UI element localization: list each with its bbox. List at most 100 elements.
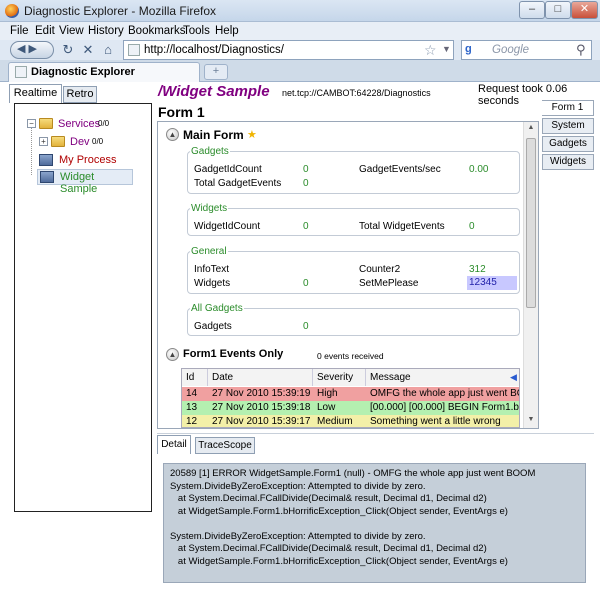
tree-node-my-process[interactable]: My Process <box>39 152 149 168</box>
menu-help[interactable]: Help <box>215 25 239 37</box>
column-header-date[interactable]: Date <box>208 369 313 386</box>
folder-icon <box>39 118 53 129</box>
address-bar[interactable]: http://localhost/Diagnostics/ ☆ ▼ <box>123 40 454 60</box>
detail-text: 20589 [1] ERROR WidgetSample.Form1 (null… <box>163 463 586 583</box>
cell-date: 27 Nov 2010 15:39:19 <box>212 388 311 399</box>
page-content: Realtime Retro − Services 0/0 + Dev 0/0 … <box>0 82 600 598</box>
form-scrollbar[interactable]: ▲ ▼ <box>523 122 538 428</box>
cell-date: 27 Nov 2010 15:39:18 <box>212 402 311 413</box>
tab-realtime[interactable]: Realtime <box>9 84 62 103</box>
field-label: GadgetEvents/sec <box>359 164 441 175</box>
dropdown-arrow-icon[interactable]: ▼ <box>442 44 451 54</box>
field-label: GadgetIdCount <box>194 164 262 175</box>
table-row[interactable]: 12 27 Nov 2010 15:39:17 Medium Something… <box>182 415 519 427</box>
scroll-up-icon[interactable]: ▲ <box>526 124 536 134</box>
tree-label: Dev <box>70 136 90 148</box>
tree-node-widget-sample[interactable]: Widget Sample <box>37 169 133 195</box>
navigation-bar: ◀ ▶ ↻ ✕ ⌂ http://localhost/Diagnostics/ … <box>0 40 600 60</box>
field-label: Counter2 <box>359 264 401 275</box>
tab-tracescope[interactable]: TraceScope <box>195 437 255 454</box>
field-value: 0 <box>303 221 309 232</box>
search-placeholder[interactable]: Google <box>492 44 529 56</box>
tab-gadgets[interactable]: Gadgets <box>542 136 594 152</box>
field-value: 0 <box>469 221 475 232</box>
collapse-main-form-icon[interactable]: ▲ <box>166 128 179 141</box>
collapse-icon[interactable]: − <box>27 119 36 128</box>
detail-line: System.DivideByZeroException: Attempted … <box>170 480 426 492</box>
close-button[interactable]: ✕ <box>571 1 598 19</box>
bookmark-star-icon[interactable]: ☆ <box>424 42 437 59</box>
table-row[interactable]: 14 27 Nov 2010 15:39:19 High OMFG the wh… <box>182 387 519 401</box>
events-count: 0 events received <box>317 351 384 361</box>
tab-system[interactable]: System <box>542 118 594 134</box>
detail-line: at WidgetSample.Form1.bHorrificException… <box>170 505 508 517</box>
detail-line <box>170 518 579 531</box>
cell-message: OMFG the whole app just went BOOM <box>370 388 519 399</box>
form-title: Form 1 <box>158 104 205 120</box>
field-label: WidgetIdCount <box>194 221 261 232</box>
tree-node-services[interactable]: − Services 0/0 <box>27 116 147 132</box>
sort-arrow-icon[interactable]: ◀ <box>510 372 517 383</box>
tree-node-dev[interactable]: + Dev 0/0 <box>39 134 149 150</box>
maximize-button[interactable]: □ <box>545 1 571 19</box>
tab-widgets[interactable]: Widgets <box>542 154 594 170</box>
search-box[interactable]: g Google ⚲ <box>461 40 592 60</box>
menu-bookmarks[interactable]: Bookmarks <box>128 25 186 37</box>
field-value: 0 <box>303 321 309 332</box>
menu-history[interactable]: History <box>88 25 124 37</box>
column-header-severity[interactable]: Severity <box>313 369 366 386</box>
url-text[interactable]: http://localhost/Diagnostics/ <box>144 44 284 56</box>
search-icon[interactable]: ⚲ <box>576 42 586 58</box>
events-table: Id Date Severity Message ◀ 14 27 Nov 201… <box>181 368 520 428</box>
star-icon: ★ <box>247 129 257 141</box>
field-value: 0 <box>303 164 309 175</box>
process-icon <box>39 154 53 166</box>
tab-detail[interactable]: Detail <box>157 435 191 454</box>
tab-retro[interactable]: Retro <box>63 86 97 103</box>
window-title: Diagnostic Explorer - Mozilla Firefox <box>24 4 217 18</box>
table-row[interactable]: 13 27 Nov 2010 15:39:18 Low [00.000] [00… <box>182 401 519 415</box>
menu-tools[interactable]: Tools <box>183 25 210 37</box>
cell-message: [00.000] [00.000] BEGIN Form1.bHorrificE… <box>370 402 519 413</box>
minimize-button[interactable]: – <box>519 1 545 19</box>
menu-bar: File Edit View History Bookmarks Tools H… <box>0 22 600 40</box>
back-forward-button[interactable]: ◀ ▶ <box>10 41 54 59</box>
detail-line: at WidgetSample.Form1.bHorrificException… <box>170 555 508 567</box>
field-value: 0 <box>303 178 309 189</box>
scroll-down-icon[interactable]: ▼ <box>526 416 536 426</box>
reload-icon[interactable]: ↻ <box>60 42 76 58</box>
group-legend: Widgets <box>191 203 228 214</box>
menu-view[interactable]: View <box>59 25 84 37</box>
expand-icon[interactable]: + <box>39 137 48 146</box>
new-tab-button[interactable]: + <box>204 64 228 80</box>
process-tree: − Services 0/0 + Dev 0/0 My Process Widg… <box>14 103 152 512</box>
home-icon[interactable]: ⌂ <box>100 42 116 58</box>
group-legend: General <box>191 246 227 257</box>
splitter[interactable] <box>157 433 594 434</box>
tab-form1[interactable]: Form 1 <box>542 100 594 116</box>
column-header-id[interactable]: Id <box>182 369 208 386</box>
tree-count: 0/0 <box>92 137 104 146</box>
detail-line: 20589 [1] ERROR WidgetSample.Form1 (null… <box>170 468 536 479</box>
menu-edit[interactable]: Edit <box>35 25 55 37</box>
field-label: Widgets <box>194 278 231 289</box>
setmeplease-value[interactable]: 12345 <box>467 276 517 290</box>
process-icon <box>40 171 54 183</box>
main-form-heading: Main Form <box>183 128 244 142</box>
stop-icon[interactable]: ✕ <box>80 42 96 58</box>
cell-severity: Low <box>317 402 336 413</box>
browser-tab[interactable]: Diagnostic Explorer <box>8 62 200 82</box>
cell-severity: Medium <box>317 416 353 427</box>
collapse-events-icon[interactable]: ▲ <box>166 348 179 361</box>
field-value: 312 <box>469 264 486 275</box>
firefox-icon <box>5 4 19 18</box>
field-label: Total GadgetEvents <box>194 178 282 189</box>
all-gadgets-group: All Gadgets <box>187 303 520 336</box>
menu-file[interactable]: File <box>10 25 29 37</box>
folder-icon <box>51 136 65 147</box>
detail-line: at System.Decimal.FCallDivide(Decimal& r… <box>170 543 487 554</box>
field-label: SetMePlease <box>359 278 419 289</box>
column-header-message[interactable]: Message <box>366 369 519 386</box>
google-icon[interactable]: g <box>465 43 487 58</box>
scroll-thumb[interactable] <box>526 138 536 308</box>
